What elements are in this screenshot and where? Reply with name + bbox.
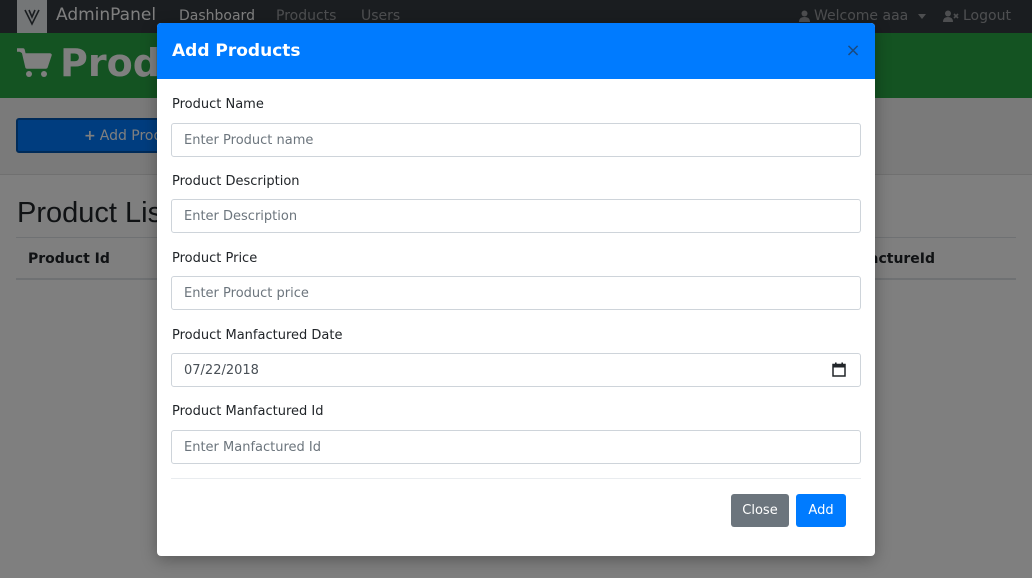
add-button[interactable]: Add: [796, 494, 846, 527]
product-description-input[interactable]: [171, 199, 861, 233]
product-price-input[interactable]: [171, 276, 861, 310]
modal-header: Add Products ×: [157, 23, 875, 79]
manufactured-date-input[interactable]: 07/22/2018: [171, 353, 861, 387]
modal-footer-divider: [171, 478, 861, 479]
product-description-label: Product Description: [172, 174, 300, 189]
manufactured-date-label: Product Manfactured Date: [172, 328, 343, 343]
manufactured-id-input[interactable]: [171, 430, 861, 464]
close-button[interactable]: Close: [731, 494, 789, 527]
close-icon[interactable]: ×: [843, 40, 863, 61]
product-price-label: Product Price: [172, 251, 258, 266]
product-name-label: Product Name: [172, 97, 264, 112]
calendar-icon[interactable]: [832, 362, 846, 377]
modal-title: Add Products: [172, 41, 301, 61]
date-value: 07/22/2018: [184, 362, 259, 378]
product-name-input[interactable]: [171, 123, 861, 157]
add-products-modal: Add Products × Product Name Product Desc…: [157, 23, 875, 556]
manufactured-id-label: Product Manfactured Id: [172, 404, 324, 419]
